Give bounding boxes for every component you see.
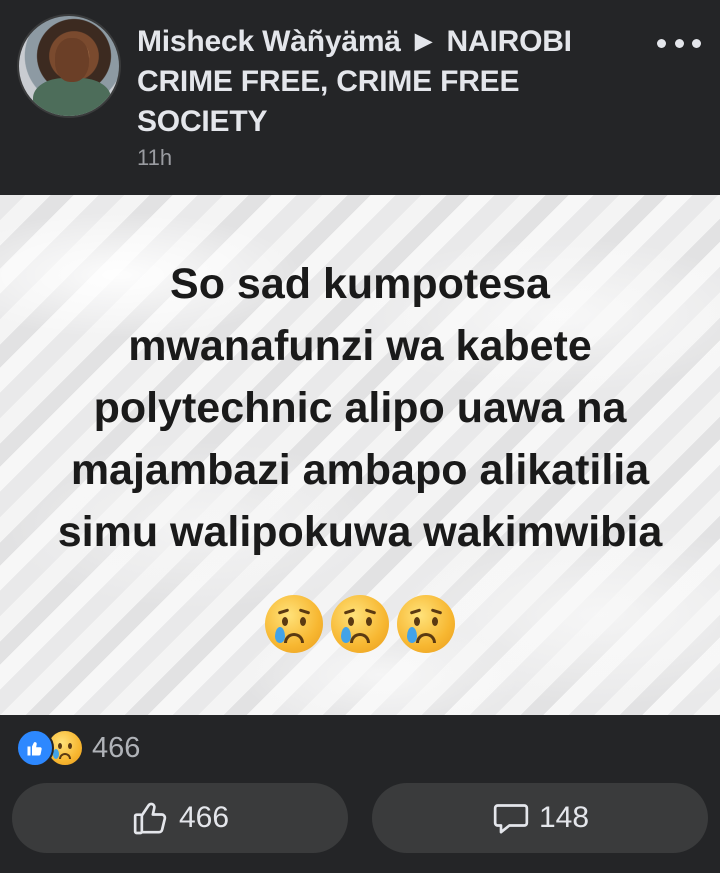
- crying-face-icon: [265, 595, 323, 653]
- post-header: Misheck Wàñyämä ► NAIROBI CRIME FREE, CR…: [0, 0, 720, 195]
- caption-line: mwanafunzi wa kabete: [128, 322, 592, 370]
- author-group-line[interactable]: Misheck Wàñyämä ► NAIROBI CRIME FREE, CR…: [137, 22, 607, 142]
- like-icon: [16, 729, 54, 767]
- caption-line: polytechnic alipo uawa na: [93, 384, 627, 432]
- emoji-row: [0, 595, 720, 653]
- post-image[interactable]: So sad kumpotesa mwanafunzi wa kabete po…: [0, 195, 720, 715]
- reaction-count: 466: [92, 731, 141, 764]
- avatar-face: [55, 38, 89, 82]
- crying-face-icon: [331, 595, 389, 653]
- reaction-summary[interactable]: 466: [16, 728, 140, 768]
- crying-face-icon: [397, 595, 455, 653]
- post-timestamp[interactable]: 11h: [137, 145, 172, 171]
- caption-line: simu walipokuwa wakimwibia: [57, 508, 663, 556]
- caption-line: majambazi ambapo alikatilia: [70, 446, 650, 494]
- avatar-shirt: [33, 78, 111, 116]
- comment-bubble-icon: [493, 804, 529, 834]
- comment-count: 148: [538, 801, 590, 834]
- author-avatar[interactable]: [17, 14, 121, 118]
- comment-button[interactable]: 148: [372, 783, 708, 853]
- caption-line: So sad kumpotesa: [170, 260, 550, 308]
- more-options-icon[interactable]: [657, 28, 701, 58]
- thumbs-up-icon: [133, 802, 167, 835]
- post-caption-text: So sad kumpotesa mwanafunzi wa kabete po…: [0, 253, 720, 563]
- like-button[interactable]: 466: [12, 783, 348, 853]
- like-count: 466: [178, 801, 230, 834]
- dot: [674, 38, 684, 48]
- dot: [692, 38, 701, 48]
- dot: [657, 38, 666, 48]
